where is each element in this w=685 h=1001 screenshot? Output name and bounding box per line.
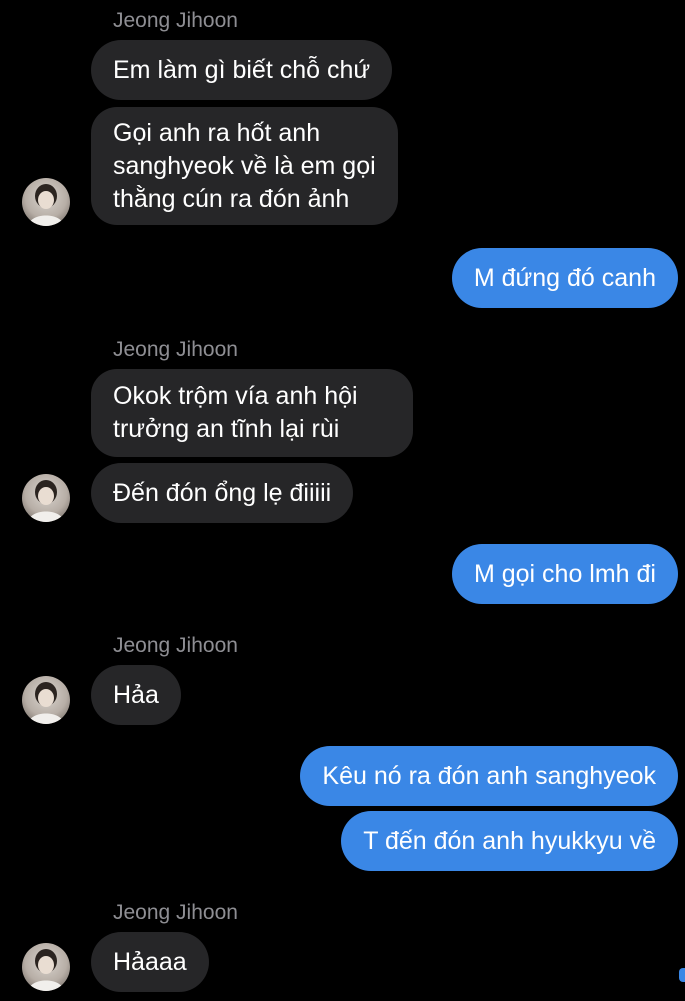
message-text-line: trưởng an tĩnh lại rùi [113, 415, 340, 443]
avatar-photo-icon [28, 949, 64, 991]
contact-avatar[interactable] [22, 178, 70, 226]
incoming-message-bubble[interactable]: Hảa [91, 665, 181, 725]
incoming-message-bubble[interactable]: Em làm gì biết chỗ chứ [91, 40, 393, 100]
contact-avatar[interactable] [22, 474, 70, 522]
message-text: Đến đón ổng lẹ điiiii [113, 478, 332, 507]
sender-name: Jeong Jihoon [113, 9, 238, 32]
outgoing-message-bubble[interactable]: Kêu nó ra đón anh sanghyeok [300, 746, 678, 806]
outgoing-message-bubble[interactable]: M đứng đó canh [451, 248, 678, 308]
message-text: T đến đón anh hyukkyu về [363, 826, 656, 855]
avatar-photo-icon [28, 184, 64, 226]
message-text-line: thằng cún ra đón ảnh [113, 184, 350, 213]
message-text: Em làm gì biết chỗ chứ [113, 55, 371, 84]
avatar-photo-icon [28, 480, 64, 522]
outgoing-message-bubble[interactable]: T đến đón anh hyukkyu về [341, 811, 678, 871]
message-text-line: sanghyeok về là em gọi [113, 151, 376, 180]
read-receipt-icon [679, 968, 685, 982]
avatar-photo-icon [28, 682, 64, 724]
incoming-message-bubble[interactable]: Gọi anh ra hốt anh sanghyeok về là em gọ… [91, 107, 398, 225]
message-text: Hảa [113, 680, 159, 709]
message-text: M gọi cho lmh đi [473, 559, 656, 588]
sender-name: Jeong Jihoon [113, 338, 238, 361]
message-text-line: Gọi anh ra hốt anh [113, 118, 321, 147]
sender-name: Jeong Jihoon [113, 634, 238, 657]
message-text: Hảaaa [113, 947, 187, 976]
incoming-message-bubble[interactable]: Đến đón ổng lẹ điiiii [91, 463, 354, 523]
outgoing-message-bubble[interactable]: M gọi cho lmh đi [451, 544, 678, 604]
message-text-line: Okok trộm vía anh hội [113, 382, 358, 410]
message-text: Kêu nó ra đón anh sanghyeok [322, 761, 656, 790]
contact-avatar[interactable] [22, 943, 70, 991]
sender-name: Jeong Jihoon [113, 901, 238, 924]
contact-avatar[interactable] [22, 676, 70, 724]
incoming-message-bubble[interactable]: Hảaaa [91, 932, 209, 992]
incoming-message-bubble[interactable]: Okok trộm vía anh hội trưởng an tĩnh lại… [91, 369, 413, 457]
message-text: M đứng đó canh [473, 263, 656, 292]
